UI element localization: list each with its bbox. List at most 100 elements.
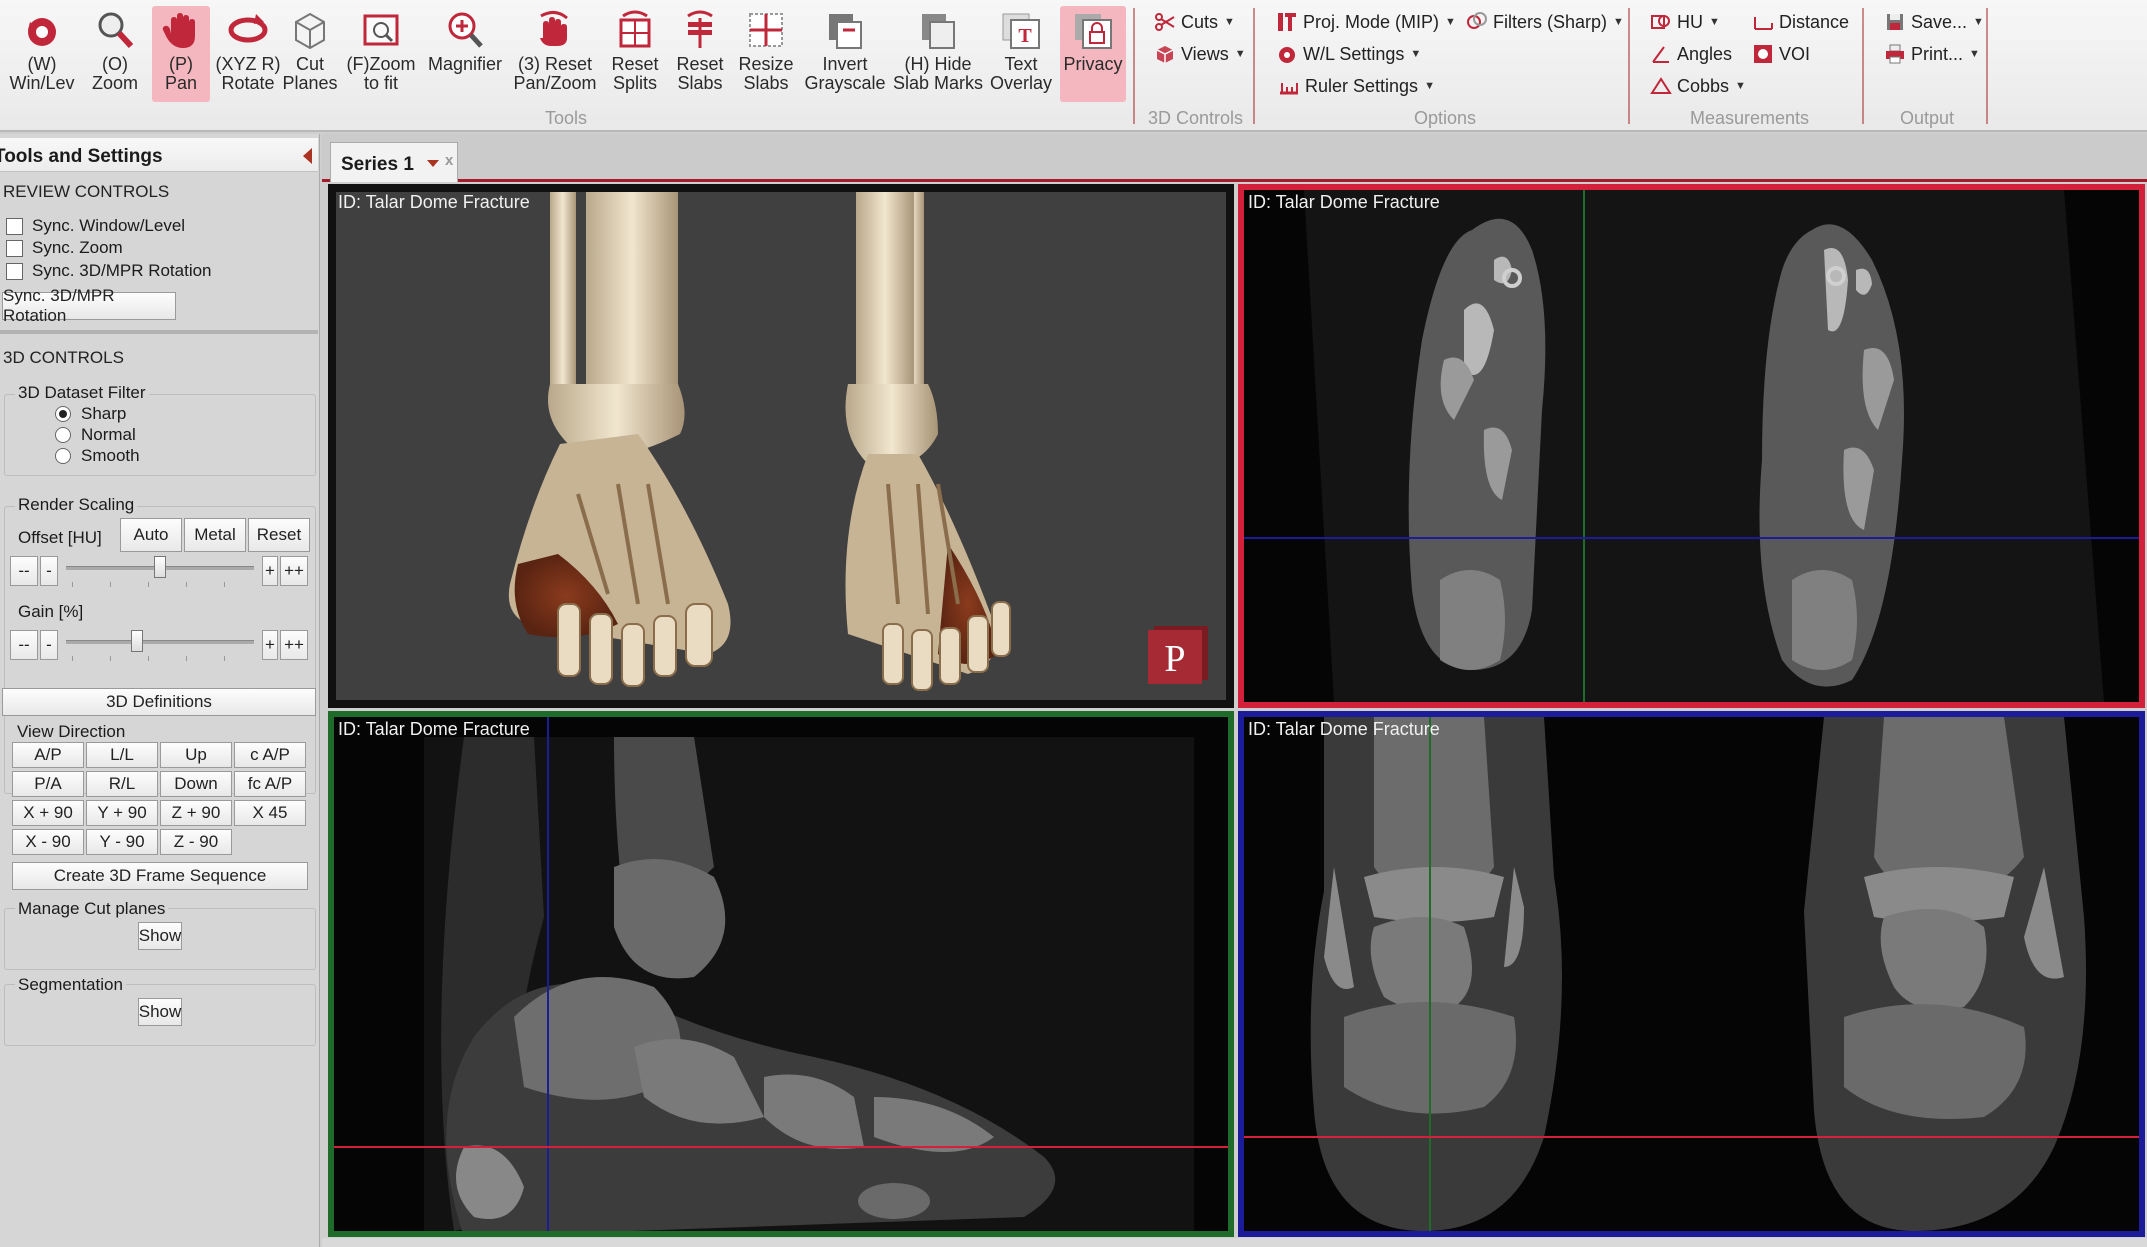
view-direction-button[interactable]: Z + 90 bbox=[160, 800, 232, 826]
coronal-slice-image bbox=[1244, 717, 2139, 1231]
viewport-3d-render[interactable]: P ID: Talar Dome Fracture bbox=[328, 184, 1234, 708]
close-icon[interactable]: x bbox=[445, 152, 453, 169]
slider-tick bbox=[186, 582, 187, 587]
output-group-label: Output bbox=[1900, 108, 1955, 128]
radio-dot[interactable] bbox=[55, 427, 71, 443]
sync-window-level-checkbox[interactable]: Sync. Window/Level bbox=[6, 216, 185, 236]
reset-pan-zoom-tool-button[interactable]: (3) Reset Pan/Zoom bbox=[510, 6, 600, 102]
offset-slider-thumb[interactable] bbox=[154, 556, 166, 578]
wl-settings-menu[interactable]: W/L Settings ▼ bbox=[1276, 40, 1421, 68]
view-direction-button[interactable]: R/L bbox=[86, 771, 158, 797]
create-3d-frame-sequence-button[interactable]: Create 3D Frame Sequence bbox=[12, 862, 308, 890]
view-direction-button[interactable]: Down bbox=[160, 771, 232, 797]
ribbon-separator bbox=[1986, 8, 1988, 124]
zoom-to-fit-tool-button[interactable]: (F)Zoom to fit bbox=[342, 6, 420, 102]
gain-increase-button[interactable]: + bbox=[262, 630, 278, 660]
sagittal-slice-image bbox=[334, 717, 1228, 1231]
view-direction-button[interactable]: X + 90 bbox=[12, 800, 84, 826]
gain-slider-track[interactable] bbox=[66, 640, 254, 644]
cut-planes-tool-button[interactable]: Cut Planes bbox=[282, 6, 338, 102]
show-segmentation-button[interactable]: Show bbox=[138, 998, 182, 1026]
reset-button[interactable]: Reset bbox=[248, 518, 310, 552]
view-direction-button[interactable]: Z - 90 bbox=[160, 829, 232, 855]
privacy-tool-button[interactable]: Privacy bbox=[1060, 6, 1126, 102]
chevron-down-icon: ▼ bbox=[1735, 80, 1746, 92]
filter-smooth-radio[interactable]: Smooth bbox=[55, 446, 140, 466]
view-direction-button[interactable]: X 45 bbox=[234, 800, 306, 826]
distance-tool[interactable]: Distance bbox=[1752, 8, 1849, 36]
gain-slider-thumb[interactable] bbox=[131, 630, 144, 652]
offset-increase-button[interactable]: + bbox=[262, 556, 278, 586]
rotate-tool-button[interactable]: (XYZ R) Rotate bbox=[214, 6, 282, 102]
view-direction-button[interactable]: P/A bbox=[12, 771, 84, 797]
view-direction-button[interactable]: L/L bbox=[86, 742, 158, 768]
gain-decrease-button[interactable]: - bbox=[40, 630, 58, 660]
viewport-sagittal[interactable]: ID: Talar Dome Fracture bbox=[328, 711, 1234, 1237]
views-menu[interactable]: Views ▼ bbox=[1154, 40, 1246, 68]
slider-tick bbox=[72, 582, 73, 587]
checkbox-box[interactable] bbox=[6, 262, 23, 280]
view-direction-button[interactable]: A/P bbox=[12, 742, 84, 768]
reset-splits-tool-button[interactable]: Reset Splits bbox=[604, 6, 666, 102]
radio-dot[interactable] bbox=[55, 406, 71, 422]
checkbox-box[interactable] bbox=[6, 239, 23, 257]
controls-3d-group-label: 3D Controls bbox=[1148, 108, 1244, 128]
sync-rotation-button[interactable]: Sync. 3D/MPR Rotation bbox=[2, 286, 176, 325]
projection-mode-menu[interactable]: Proj. Mode (MIP) ▼ bbox=[1276, 8, 1456, 36]
zoom-tool-button[interactable]: (O) Zoom bbox=[82, 6, 148, 102]
chevron-down-icon: ▼ bbox=[1973, 16, 1984, 28]
print-menu[interactable]: Print... ▼ bbox=[1884, 40, 1980, 68]
text-overlay-tool-button[interactable]: T Text Overlay bbox=[990, 6, 1052, 102]
slider-tick bbox=[148, 582, 149, 587]
gain-decrease-large-button[interactable]: -- bbox=[10, 630, 38, 660]
show-cut-planes-button[interactable]: Show bbox=[138, 922, 182, 950]
filters-menu[interactable]: Filters (Sharp) ▼ bbox=[1466, 8, 1624, 36]
view-direction-button[interactable]: Up bbox=[160, 742, 232, 768]
sync-rotation-checkbox[interactable]: Sync. 3D/MPR Rotation bbox=[6, 261, 212, 281]
hide-slab-marks-icon bbox=[922, 14, 955, 49]
window-level-tool-button[interactable]: (W) Win/Lev bbox=[4, 6, 80, 102]
ruler-settings-menu[interactable]: Ruler Settings ▼ bbox=[1278, 72, 1435, 100]
view-direction-button[interactable]: Y + 90 bbox=[86, 800, 158, 826]
gain-increase-large-button[interactable]: ++ bbox=[280, 630, 308, 660]
tab-series-1[interactable]: Series 1 x bbox=[330, 142, 458, 182]
voi-tool[interactable]: VOI bbox=[1752, 40, 1810, 68]
radio-dot[interactable] bbox=[55, 448, 71, 464]
viewport-axial[interactable]: ID: Talar Dome Fracture bbox=[1238, 184, 2145, 708]
ribbon-separator bbox=[1628, 8, 1630, 124]
metal-button[interactable]: Metal bbox=[184, 518, 246, 552]
view-direction-button[interactable]: X - 90 bbox=[12, 829, 84, 855]
save-menu[interactable]: Save... ▼ bbox=[1884, 8, 1984, 36]
checkbox-box[interactable] bbox=[6, 217, 23, 235]
angles-tool[interactable]: Angles bbox=[1650, 40, 1732, 68]
hu-menu[interactable]: HU ▼ bbox=[1650, 8, 1720, 36]
filter-normal-radio[interactable]: Normal bbox=[55, 425, 136, 445]
offset-decrease-large-button[interactable]: -- bbox=[10, 556, 38, 586]
offset-increase-large-button[interactable]: ++ bbox=[280, 556, 308, 586]
3d-definitions-button[interactable]: 3D Definitions bbox=[2, 688, 316, 716]
window-level-settings-icon bbox=[1279, 47, 1295, 63]
view-direction-button[interactable]: fc A/P bbox=[234, 771, 306, 797]
sync-zoom-checkbox[interactable]: Sync. Zoom bbox=[6, 238, 123, 258]
reset-slabs-tool-button[interactable]: Reset Slabs bbox=[672, 6, 728, 102]
view-direction-button[interactable]: c A/P bbox=[234, 742, 306, 768]
svg-text:P: P bbox=[1164, 638, 1185, 680]
auto-button[interactable]: Auto bbox=[120, 518, 182, 552]
hide-slab-marks-tool-button[interactable]: (H) Hide Slab Marks bbox=[892, 6, 984, 102]
resize-slabs-tool-button[interactable]: Resize Slabs bbox=[734, 6, 798, 102]
pan-tool-button[interactable]: (P) Pan bbox=[152, 6, 210, 102]
magnifier-tool-button[interactable]: Magnifier bbox=[424, 6, 506, 102]
offset-decrease-button[interactable]: - bbox=[40, 556, 58, 586]
slider-tick bbox=[110, 582, 111, 587]
collapse-panel-icon[interactable] bbox=[303, 148, 312, 164]
viewport-id-label: ID: Talar Dome Fracture bbox=[338, 192, 530, 212]
cube-views-icon bbox=[1156, 46, 1174, 63]
invert-grayscale-tool-button[interactable]: Invert Grayscale bbox=[802, 6, 888, 102]
cobbs-menu[interactable]: Cobbs ▼ bbox=[1650, 72, 1746, 100]
filter-sharp-radio[interactable]: Sharp bbox=[55, 404, 126, 424]
cuts-menu[interactable]: Cuts ▼ bbox=[1154, 8, 1235, 36]
chevron-down-icon[interactable] bbox=[427, 160, 439, 167]
slider-tick bbox=[186, 656, 187, 661]
view-direction-button[interactable]: Y - 90 bbox=[86, 829, 158, 855]
viewport-coronal[interactable]: ID: Talar Dome Fracture bbox=[1238, 711, 2145, 1237]
